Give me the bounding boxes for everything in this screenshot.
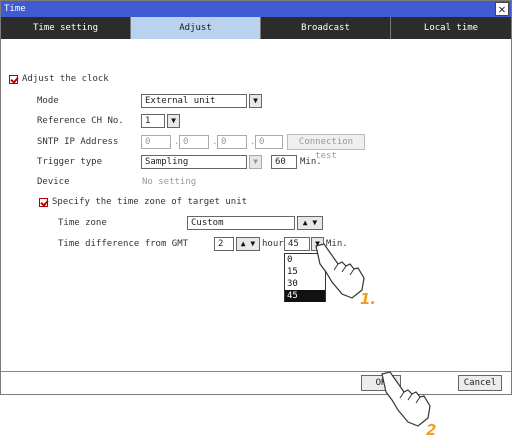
cancel-button[interactable]: Cancel [458, 375, 502, 391]
adjust-clock-label: Adjust the clock [22, 74, 109, 84]
step-2-callout: 2 [426, 421, 437, 439]
tab-time-setting[interactable]: Time setting [1, 17, 131, 39]
reference-ch-label: Reference CH No. [37, 116, 124, 126]
mode-dropdown-arrow[interactable]: ▼ [249, 94, 262, 108]
step-1-callout: 1. [360, 290, 377, 308]
device-label: Device [37, 177, 70, 187]
tab-adjust[interactable]: Adjust [131, 17, 261, 39]
mode-label: Mode [37, 96, 59, 106]
mode-select[interactable]: External unit [141, 94, 247, 108]
reference-ch-dropdown-arrow[interactable]: ▼ [167, 114, 180, 128]
trigger-interval-input[interactable]: 60 [271, 155, 297, 169]
specify-time-zone-label: Specify the time zone of target unit [52, 197, 248, 207]
time-dialog: Time ✕ Time setting Adjust Broadcast Loc… [0, 0, 512, 395]
gmt-hours-spin-arrows[interactable]: ▲ ▼ [236, 237, 260, 251]
gmt-hour-unit: hour [262, 239, 284, 249]
adjust-clock-checkbox[interactable] [9, 75, 18, 84]
window-title: Time [4, 4, 26, 14]
close-button[interactable]: ✕ [495, 2, 509, 16]
tab-broadcast[interactable]: Broadcast [261, 17, 391, 39]
gmt-difference-label: Time difference from GMT [58, 239, 189, 249]
time-zone-label: Time zone [58, 218, 107, 228]
sntp-octet-4[interactable]: 0 [255, 135, 283, 149]
trigger-type-select[interactable]: Sampling [141, 155, 247, 169]
trigger-type-label: Trigger type [37, 157, 103, 167]
sntp-octet-2[interactable]: 0 [179, 135, 209, 149]
connection-test-button[interactable]: Connection test [287, 134, 365, 161]
tab-bar: Time setting Adjust Broadcast Local time [1, 17, 511, 39]
trigger-type-dropdown-arrow[interactable]: ▼ [249, 155, 262, 169]
device-value: No setting [142, 177, 197, 187]
time-zone-spin-arrows[interactable]: ▲ ▼ [297, 216, 323, 230]
sntp-octet-1[interactable]: 0 [141, 135, 171, 149]
gmt-hours-input[interactable]: 2 [214, 237, 234, 251]
trigger-interval-unit: Min. [300, 157, 322, 167]
specify-time-zone-checkbox[interactable] [39, 198, 48, 207]
reference-ch-select[interactable]: 1 [141, 114, 165, 128]
time-zone-select[interactable]: Custom [187, 216, 295, 230]
sntp-ip-label: SNTP IP Address [37, 137, 119, 147]
title-bar: Time ✕ [1, 1, 511, 17]
sntp-octet-3[interactable]: 0 [217, 135, 247, 149]
gmt-minutes-select[interactable]: 45 [284, 237, 310, 251]
tab-local-time[interactable]: Local time [391, 17, 511, 39]
